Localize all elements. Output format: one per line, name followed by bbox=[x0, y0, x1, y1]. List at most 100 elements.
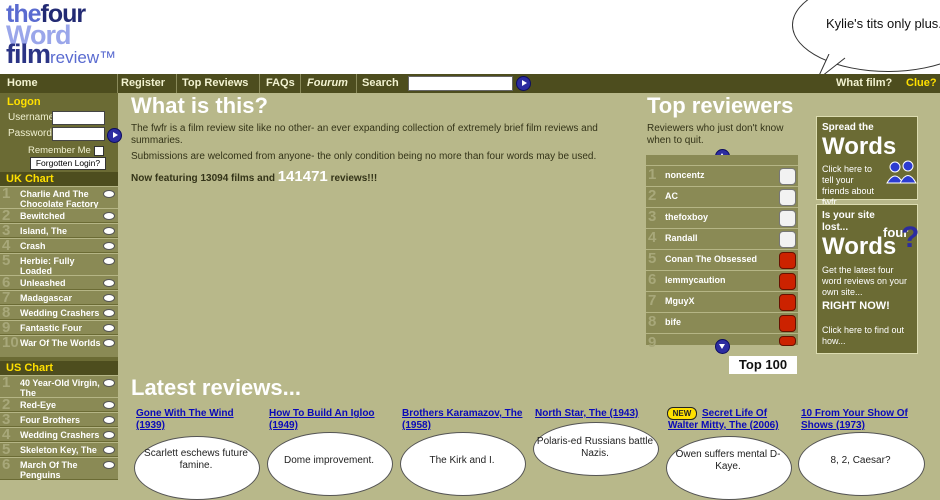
reviewer-row[interactable]: 8 bife bbox=[646, 312, 798, 333]
chart-film-title: Herbie: Fully Loaded bbox=[20, 256, 75, 276]
remember-me-checkbox[interactable] bbox=[94, 146, 104, 156]
search-go-button[interactable] bbox=[516, 76, 531, 91]
uk-chart-row[interactable]: 4 Crash bbox=[0, 237, 118, 254]
red-badge-icon bbox=[779, 336, 796, 346]
reviewer-row[interactable]: 6 lemmycaution bbox=[646, 270, 798, 291]
review-film-link[interactable]: Brothers Karamazov, The (1958) bbox=[402, 408, 532, 432]
eye-icon[interactable] bbox=[103, 227, 115, 235]
us-chart-title: US Chart bbox=[6, 362, 54, 374]
silver-badge-icon bbox=[779, 210, 796, 227]
eye-icon[interactable] bbox=[103, 431, 115, 439]
uk-chart-row[interactable]: 10 War Of The Worlds bbox=[0, 334, 118, 357]
review-film-link[interactable]: 10 From Your Show Of Shows (1973) bbox=[801, 408, 926, 432]
chart-film-title: Bewitched bbox=[20, 211, 66, 221]
nav-clue[interactable]: Clue? bbox=[906, 74, 937, 93]
uk-chart-row[interactable]: 5 Herbie: Fully Loaded bbox=[0, 252, 118, 276]
login-go-button[interactable] bbox=[107, 128, 122, 143]
review-film-link[interactable]: Gone With The Wind (1939) bbox=[136, 408, 261, 432]
us-chart-row[interactable]: 5 Skeleton Key, The bbox=[0, 441, 118, 458]
submissions-text: Submissions are welcomed from anyone- th… bbox=[131, 151, 597, 162]
red-badge-icon bbox=[779, 294, 796, 311]
uk-chart-row[interactable]: 9 Fantastic Four bbox=[0, 319, 118, 336]
eye-icon[interactable] bbox=[103, 190, 115, 198]
promo-spread-small: Spread the bbox=[822, 122, 874, 133]
eye-icon[interactable] bbox=[103, 212, 115, 220]
chart-rank: 6 bbox=[2, 456, 11, 473]
users-icon bbox=[886, 160, 917, 184]
what-is-this-heading: What is this? bbox=[131, 93, 268, 118]
nav-top-reviews[interactable]: Top Reviews bbox=[182, 74, 248, 93]
top-100-button[interactable]: Top 100 bbox=[729, 356, 797, 374]
username-label: Username bbox=[8, 112, 55, 123]
nav-fourum[interactable]: Fourum bbox=[307, 74, 348, 93]
review-film-link[interactable]: North Star, The (1943) bbox=[535, 408, 660, 420]
eye-icon[interactable] bbox=[103, 324, 115, 332]
red-badge-icon bbox=[779, 252, 796, 269]
spread-the-words-promo[interactable]: Spread the Words Click here to tell your… bbox=[816, 116, 918, 207]
featuring-text: Now featuring 13094 films and 141471 rev… bbox=[131, 168, 377, 185]
password-label: Password bbox=[8, 128, 52, 139]
remember-me-label: Remember Me bbox=[28, 145, 91, 156]
us-chart-row[interactable]: 6 March Of The Penguins bbox=[0, 456, 118, 480]
nav-separator bbox=[117, 74, 118, 93]
us-chart-header: US Chart bbox=[0, 361, 118, 375]
username-input[interactable] bbox=[52, 111, 105, 125]
eye-icon[interactable] bbox=[103, 242, 115, 250]
site-logo[interactable]: thefour Word filmreview™ bbox=[6, 0, 166, 72]
us-chart-row[interactable]: 1 40 Year-Old Virgin, The bbox=[0, 374, 118, 398]
promo-spread-body: Click here to tell your friends about fw… bbox=[822, 164, 875, 207]
eye-icon[interactable] bbox=[103, 309, 115, 317]
uk-chart-row[interactable]: 7 Madagascar bbox=[0, 289, 118, 306]
uk-chart-row[interactable]: 1 Charlie And The Chocolate Factory bbox=[0, 185, 118, 209]
reviewer-row[interactable]: 1 noncentz bbox=[646, 165, 798, 186]
nav-faqs[interactable]: FAQs bbox=[266, 74, 295, 93]
reviewer-row[interactable]: 4 Randall bbox=[646, 228, 798, 249]
eye-icon[interactable] bbox=[103, 379, 115, 387]
chart-film-title: Unleashed bbox=[20, 278, 66, 288]
chart-film-title: March Of The Penguins bbox=[20, 460, 78, 480]
reviewer-row[interactable]: 3 thefoxboy bbox=[646, 207, 798, 228]
reviewer-rank: 2 bbox=[648, 187, 657, 204]
search-label: Search bbox=[362, 77, 399, 89]
reviewer-row[interactable]: 5 Conan The Obsessed bbox=[646, 249, 798, 270]
reviewer-row[interactable]: 2 AC bbox=[646, 186, 798, 207]
chart-film-title: 40 Year-Old Virgin, The bbox=[20, 378, 100, 398]
chart-film-title: Four Brothers bbox=[20, 415, 81, 425]
us-chart-row[interactable]: 3 Four Brothers bbox=[0, 411, 118, 428]
nav-separator bbox=[356, 74, 357, 93]
nav-what-film[interactable]: What film? bbox=[836, 74, 892, 93]
eye-icon[interactable] bbox=[103, 446, 115, 454]
uk-chart-header: UK Chart bbox=[0, 172, 118, 186]
chart-film-title: Red-Eye bbox=[20, 400, 57, 410]
password-input[interactable] bbox=[52, 127, 105, 141]
uk-chart-row[interactable]: 2 Bewitched bbox=[0, 207, 118, 224]
top-reviewers-subtitle: Reviewers who just don't know when to qu… bbox=[647, 123, 784, 146]
site-header: thefour Word filmreview™ Kylie's tits on… bbox=[0, 0, 940, 81]
eye-icon[interactable] bbox=[103, 339, 115, 347]
uk-chart-row[interactable]: 8 Wedding Crashers bbox=[0, 304, 118, 321]
eye-icon[interactable] bbox=[103, 257, 115, 265]
silver-badge-icon bbox=[779, 231, 796, 248]
nav-home[interactable]: Home bbox=[7, 74, 38, 93]
reviewer-row[interactable]: 7 MguyX bbox=[646, 291, 798, 312]
eye-icon[interactable] bbox=[103, 279, 115, 287]
uk-chart-row[interactable]: 6 Unleashed bbox=[0, 274, 118, 291]
eye-icon[interactable] bbox=[103, 416, 115, 424]
forgotten-login-button[interactable]: Forgotten Login? bbox=[30, 157, 106, 170]
us-chart-row[interactable]: 2 Red-Eye bbox=[0, 396, 118, 413]
search-input[interactable] bbox=[408, 76, 513, 91]
scroll-down-icon[interactable] bbox=[715, 339, 730, 354]
review-film-link[interactable]: Secret Life Of Walter Mitty, The (2006) bbox=[668, 408, 793, 432]
promo-lost-cta: Click here to find out how... bbox=[822, 325, 905, 346]
eye-icon[interactable] bbox=[103, 294, 115, 302]
nav-register[interactable]: Register bbox=[121, 74, 165, 93]
eye-icon[interactable] bbox=[103, 461, 115, 469]
uk-chart-row[interactable]: 3 Island, The bbox=[0, 222, 118, 239]
eye-icon[interactable] bbox=[103, 401, 115, 409]
review-film-link[interactable]: How To Build An Igloo (1949) bbox=[269, 408, 394, 432]
us-chart-row[interactable]: 4 Wedding Crashers bbox=[0, 426, 118, 443]
reviewer-rank: 6 bbox=[648, 271, 657, 288]
chart-film-title: Fantastic Four bbox=[20, 323, 83, 333]
four-words-widget-promo[interactable]: Is your site lost... four Words ? Get th… bbox=[816, 204, 919, 354]
reviewer-rank: 8 bbox=[648, 313, 657, 330]
